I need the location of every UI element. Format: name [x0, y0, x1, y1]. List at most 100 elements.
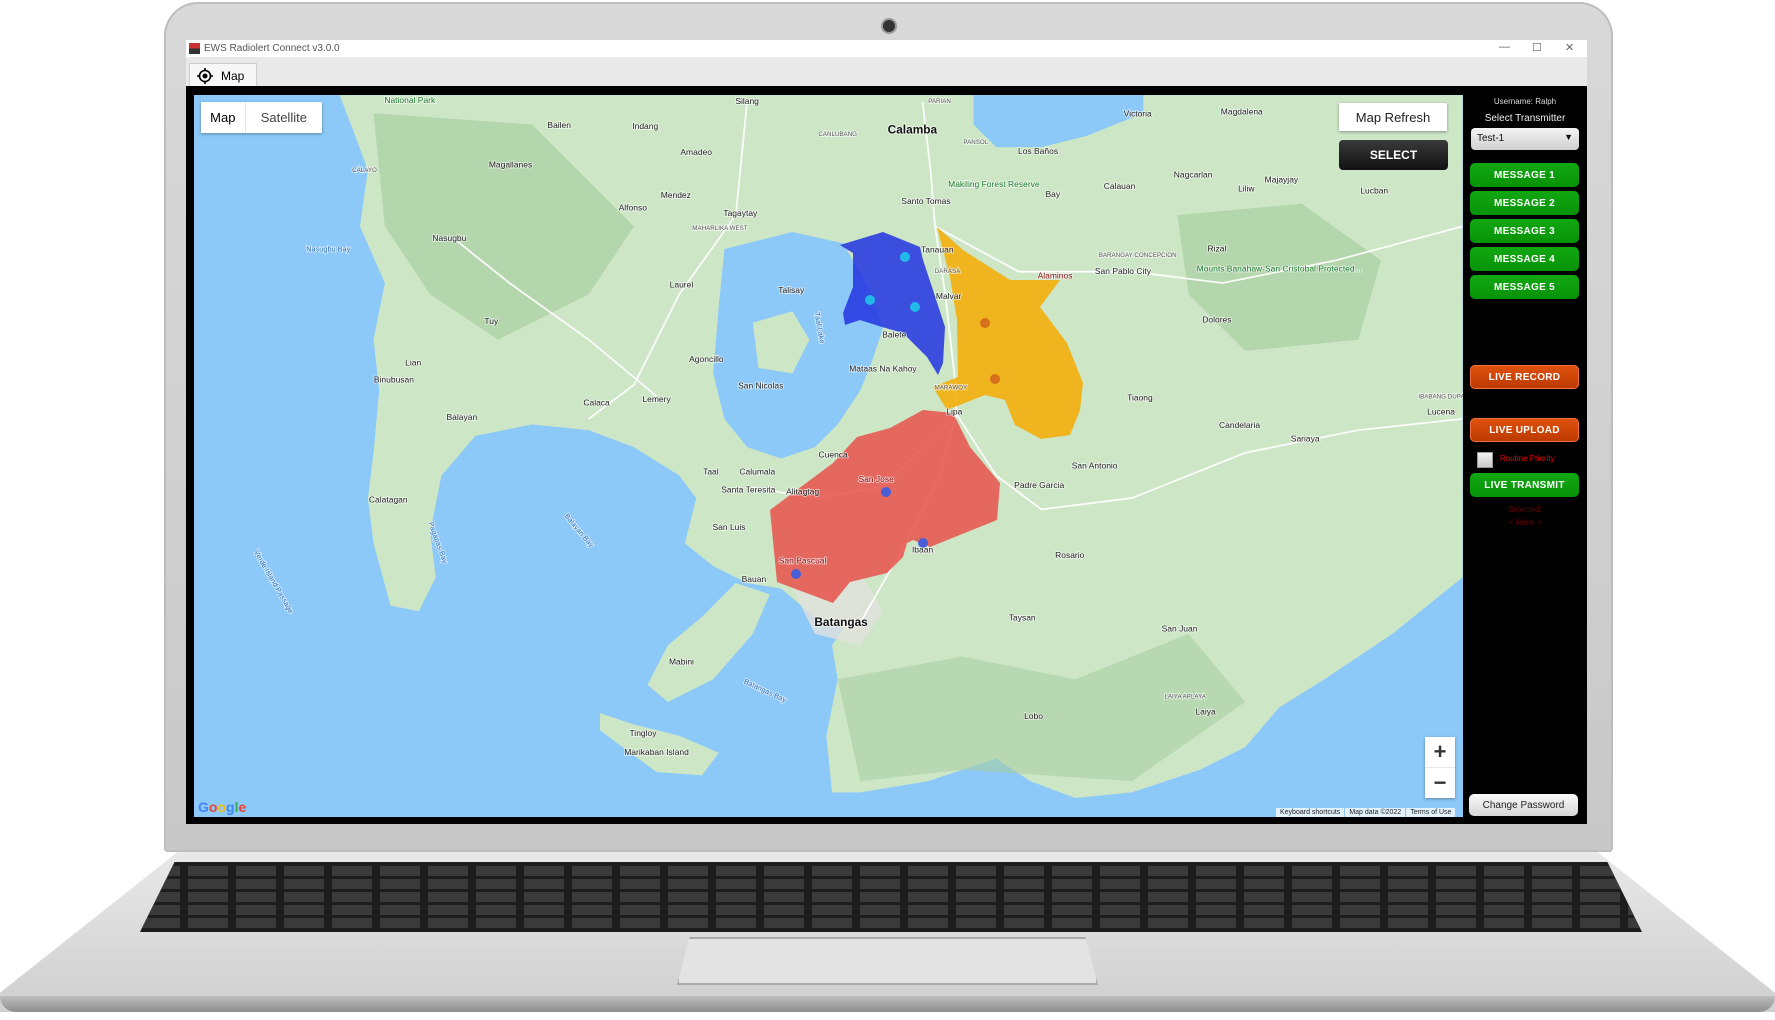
- map-place-label: Mataas Na Kahoy: [849, 363, 917, 373]
- map-type-satellite-button[interactable]: Satellite: [244, 102, 322, 133]
- zoom-in-button[interactable]: +: [1425, 737, 1455, 768]
- window-title: EWS Radiolert Connect v3.0.0: [204, 43, 340, 54]
- map-place-label: Padre Garcia: [1014, 480, 1064, 490]
- message-1-button[interactable]: MESSAGE 1: [1470, 163, 1579, 187]
- keyboard: [140, 862, 1642, 932]
- map-place-label: Makiling Forest Reserve: [948, 179, 1040, 189]
- crosshair-target-icon: [197, 68, 213, 84]
- change-password-button[interactable]: Change Password: [1469, 794, 1578, 816]
- transmitter-dropdown[interactable]: Test-1 ▼: [1471, 128, 1579, 150]
- map-place-label: Lemery: [642, 394, 671, 404]
- control-panel: Username: Ralph Select Transmitter Test-…: [1463, 86, 1587, 824]
- map-place-label: Taal: [703, 466, 719, 476]
- close-button[interactable]: ✕: [1565, 41, 1574, 54]
- map-place-label: Tingloy: [629, 728, 657, 738]
- map-place-label: Bauan: [742, 574, 767, 584]
- map-attribution: Keyboard shortcuts Map data ©2022 Terms …: [1275, 808, 1456, 817]
- map-place-label: Dolores: [1202, 315, 1231, 325]
- map-place-label: Tanauan: [921, 244, 954, 254]
- map-place-label: Cuenca: [819, 449, 849, 459]
- map-place-label: Liliw: [1238, 183, 1255, 193]
- map-place-label: Calamba: [888, 123, 938, 137]
- map-place-label: Rizal: [1207, 243, 1226, 253]
- map-place-label: Nagcarlan: [1174, 170, 1213, 180]
- map-place-label: Balayan Bay: [563, 512, 597, 550]
- map-place-label: San Pascual: [779, 556, 827, 566]
- map-place-label: CANLUBANG: [818, 131, 857, 138]
- message-3-button[interactable]: MESSAGE 3: [1470, 219, 1579, 243]
- select-transmitter-label: Select Transmitter: [1484, 113, 1566, 124]
- message-4-button[interactable]: MESSAGE 4: [1470, 247, 1579, 271]
- map-place-label: Binubusan: [374, 375, 414, 385]
- map-place-label: Mabini: [669, 656, 694, 666]
- transmitter-marker[interactable]: [980, 318, 990, 328]
- title-bar: EWS Radiolert Connect v3.0.0 — ☐ ✕: [186, 40, 1587, 57]
- map-type-map-button[interactable]: Map: [201, 102, 245, 133]
- live-record-button[interactable]: LIVE RECORD: [1470, 365, 1579, 389]
- map-place-label: BARANGAY CONCEPCION: [1099, 252, 1177, 259]
- transmitter-marker[interactable]: [900, 252, 910, 262]
- minimize-button[interactable]: —: [1499, 41, 1510, 53]
- terms-of-use-link[interactable]: Terms of Use: [1406, 808, 1456, 817]
- map-place-label: Majayjay: [1265, 174, 1299, 184]
- map-place-label: PARIAN: [928, 98, 951, 105]
- message-5-button[interactable]: MESSAGE 5: [1470, 275, 1579, 299]
- map-place-label: Lipa: [946, 406, 962, 416]
- transmitter-marker[interactable]: [910, 302, 920, 312]
- map-refresh-button[interactable]: Map Refresh: [1339, 103, 1447, 131]
- transmitter-marker[interactable]: [990, 374, 1000, 384]
- map-place-label: San Juan: [1162, 624, 1198, 634]
- map-view[interactable]: National Park Silang Bailen Indang Calamba PA…: [194, 95, 1463, 817]
- map-place-label: Nasugbu Bay: [306, 244, 350, 253]
- map-place-label: Agoncillo: [689, 354, 724, 364]
- chevron-down-icon: ▼: [1564, 132, 1573, 142]
- land-tingloy-island: [599, 713, 719, 776]
- live-transmit-button[interactable]: LIVE TRANSMIT: [1470, 473, 1579, 497]
- transmitter-marker[interactable]: [865, 295, 875, 305]
- app-icon: [189, 43, 200, 54]
- map-place-label: Lobo: [1024, 711, 1043, 721]
- map-place-label: Verde Island Passage: [252, 549, 296, 615]
- map-place-label: Batangas Bay: [743, 677, 789, 705]
- select-button[interactable]: SELECT: [1339, 140, 1448, 170]
- map-place-label: Silang: [735, 96, 759, 106]
- map-place-label: MAHARLIKA WEST: [692, 225, 747, 232]
- transmitter-marker[interactable]: [791, 569, 801, 579]
- map-place-label: San Jose: [858, 474, 894, 484]
- zoom-out-button[interactable]: −: [1425, 768, 1455, 798]
- map-place-label: Alfonso: [619, 203, 648, 213]
- map-place-label: Rosario: [1055, 550, 1085, 560]
- keyboard-shortcuts-link[interactable]: Keyboard shortcuts: [1276, 808, 1345, 817]
- trackpad: [677, 937, 1098, 985]
- routine-priority-checkbox[interactable]: [1477, 452, 1493, 468]
- live-upload-button[interactable]: LIVE UPLOAD: [1470, 418, 1579, 442]
- laptop-base-edge: [0, 996, 1775, 1012]
- map-place-label: Indang: [632, 121, 658, 131]
- map-place-label: Laiya: [1195, 706, 1216, 716]
- map-place-label: Malvar: [936, 291, 962, 301]
- map-place-label: MARAWOY: [935, 384, 968, 391]
- map-place-label: Victoria: [1124, 109, 1152, 119]
- tab-map[interactable]: Map: [189, 63, 257, 88]
- map-place-label: Batangas: [814, 615, 868, 629]
- map-place-label: Talisay: [778, 285, 805, 295]
- map-place-label: Amadeo: [680, 147, 712, 157]
- transmitter-marker[interactable]: [881, 487, 891, 497]
- username-label: Username: Ralph: [1493, 97, 1557, 106]
- map-place-label: LAIYA APLAYA: [1164, 693, 1206, 700]
- google-logo[interactable]: Google: [198, 799, 246, 815]
- maximize-button[interactable]: ☐: [1532, 41, 1542, 54]
- map-place-label: Tiaong: [1127, 393, 1153, 403]
- selected-label: Selected:: [1508, 505, 1542, 514]
- map-place-label: Tuy: [484, 316, 499, 326]
- map-canvas[interactable]: National Park Silang Bailen Indang Calamba PA…: [194, 95, 1463, 817]
- map-place-label: Bay: [1045, 189, 1060, 199]
- map-place-label: PANSOL: [963, 139, 988, 146]
- map-place-label: Ibaan: [912, 544, 934, 554]
- map-place-label: Mendez: [661, 190, 691, 200]
- message-2-button[interactable]: MESSAGE 2: [1470, 191, 1579, 215]
- map-data-text: Map data ©2022: [1345, 808, 1406, 817]
- map-place-label: Los Baños: [1018, 146, 1058, 156]
- map-place-label: Lucban: [1360, 186, 1388, 196]
- map-place-label: CALAYO: [352, 167, 377, 174]
